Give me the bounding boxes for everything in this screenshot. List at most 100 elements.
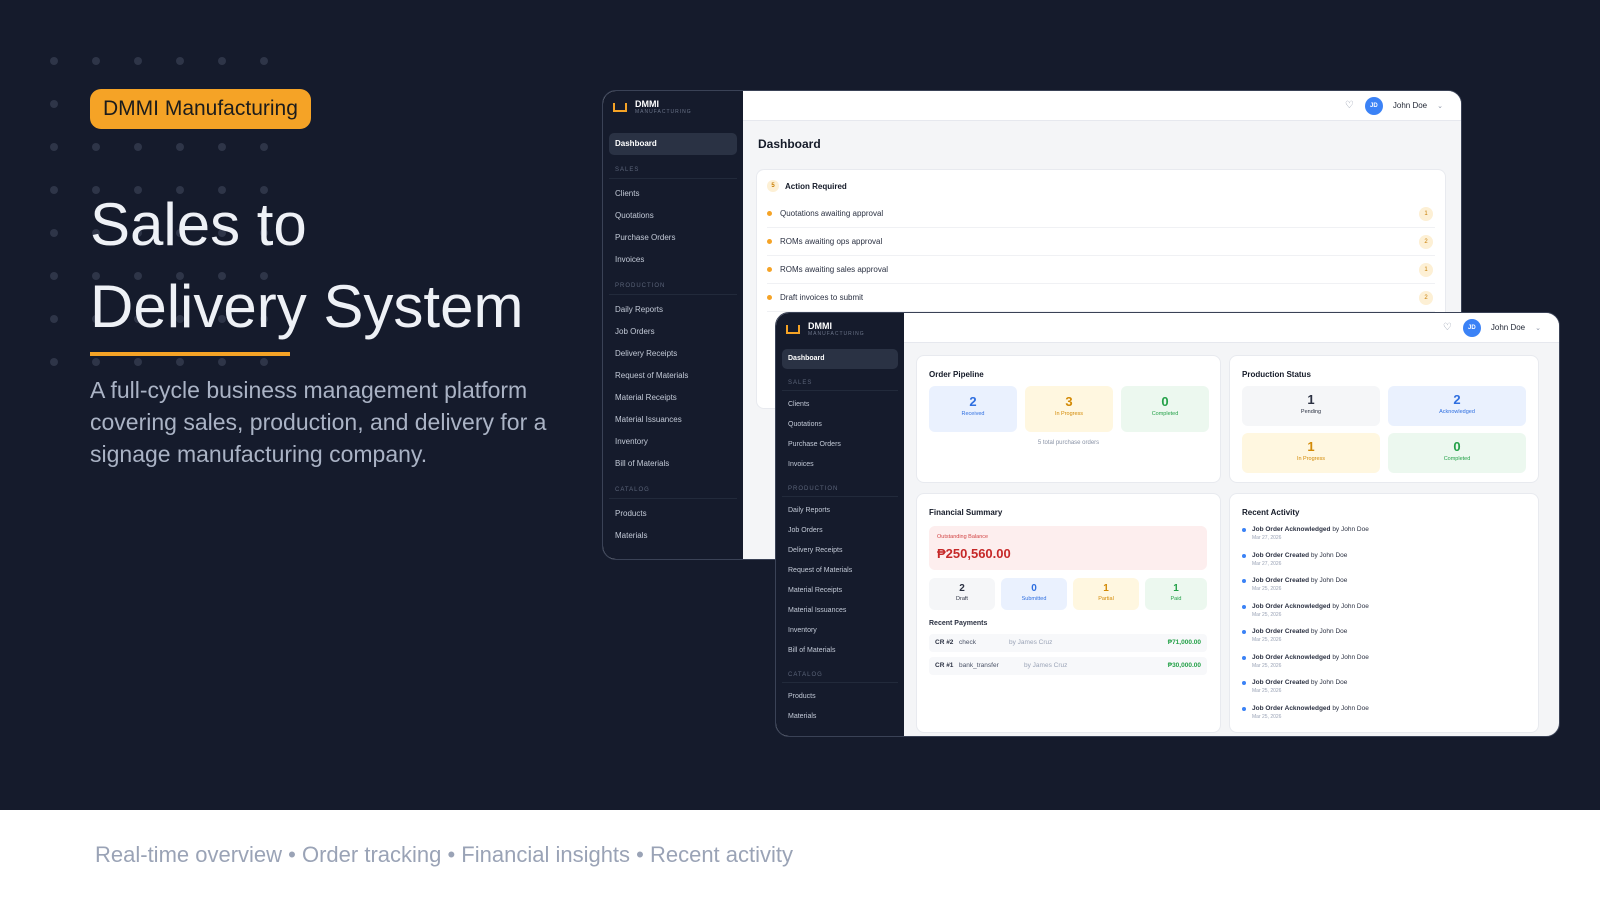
sidebar-item-material-receipts[interactable]: Material Receipts	[782, 581, 898, 601]
activity-dot	[1242, 706, 1246, 711]
dashboard-window-front: DMMI MANUFACTURING Dashboard SALES Clien…	[775, 312, 1560, 737]
sidebar-item-bill-of-materials[interactable]: Bill of Materials	[609, 453, 737, 475]
topbar: ♡ JD John Doe ⌄	[743, 91, 1461, 121]
sidebar-item-request-of-materials[interactable]: Request of Materials	[609, 365, 737, 387]
financial-summary-card: Financial Summary Outstanding Balance ₱2…	[916, 493, 1221, 733]
financial-summary-title: Financial Summary	[929, 508, 1003, 517]
sidebar-item-material-issuances[interactable]: Material Issuances	[609, 409, 737, 431]
sidebar-item-job-orders[interactable]: Job Orders	[609, 321, 737, 343]
avatar[interactable]: JD	[1364, 96, 1383, 115]
production-completed-tile[interactable]: 0 Completed	[1388, 433, 1526, 473]
activity-by: by John Doe	[1332, 704, 1369, 712]
sidebar-item-bill-of-materials[interactable]: Bill of Materials	[782, 641, 898, 661]
headline-line-1: Sales to	[90, 191, 307, 258]
activity-by: by John Doe	[1310, 551, 1348, 559]
activity-text: Job Order Acknowledged by John Doe	[1252, 654, 1369, 661]
decorative-dot	[218, 57, 226, 65]
production-in-progress-value: 1	[1307, 439, 1315, 454]
sidebar-item-clients[interactable]: Clients	[609, 183, 737, 205]
user-name[interactable]: John Doe	[1393, 101, 1427, 110]
bell-icon[interactable]: ♡	[1345, 100, 1355, 111]
decorative-dot	[50, 143, 58, 151]
production-in-progress-tile[interactable]: 1 In Progress	[1242, 433, 1380, 473]
activity-by: by John Doe	[1310, 679, 1348, 686]
decorative-dot	[50, 57, 58, 65]
sidebar-item-materials[interactable]: Materials	[609, 525, 737, 547]
production-completed-value: 0	[1453, 439, 1461, 454]
sidebar-item-inventory[interactable]: Inventory	[609, 431, 737, 453]
sidebar-item-materials[interactable]: Materials	[782, 707, 898, 727]
sidebar-item-invoices[interactable]: Invoices	[782, 455, 898, 475]
action-count-badge: 5	[767, 180, 779, 192]
activity-text: Job Order Acknowledged by John Doe	[1252, 603, 1369, 610]
decorative-dot	[218, 143, 226, 151]
decorative-dot	[176, 143, 184, 151]
invoice-partial-tile[interactable]: 1 Partial	[1073, 578, 1139, 610]
sidebar-item-material-receipts[interactable]: Material Receipts	[609, 387, 737, 409]
bullet-dot	[767, 267, 772, 272]
sidebar-item-products[interactable]: Products	[782, 687, 898, 707]
sidebar-item-quotations[interactable]: Quotations	[782, 415, 898, 435]
production-pending-tile[interactable]: 1 Pending	[1242, 386, 1380, 426]
sidebar-item-daily-reports[interactable]: Daily Reports	[609, 299, 737, 321]
sidebar: DMMI MANUFACTURING Dashboard SALES Clien…	[603, 91, 743, 559]
decorative-dot	[50, 100, 58, 108]
factory-logo-icon	[786, 324, 800, 334]
production-status-card: Production Status 1 Pending 2 Acknowledg…	[1229, 355, 1539, 483]
sidebar-item-delivery-receipts[interactable]: Delivery Receipts	[609, 343, 737, 365]
sidebar-section-sales: SALES	[782, 369, 898, 391]
pipeline-received-tile[interactable]: 2 Received	[929, 386, 1017, 432]
pipeline-in-progress-value: 3	[1065, 394, 1073, 409]
payment-method: bank_transfer	[959, 662, 999, 669]
activity-action: Job Order Acknowledged	[1252, 704, 1331, 712]
invoice-draft-tile[interactable]: 2 Draft	[929, 578, 995, 610]
brand: DMMI MANUFACTURING	[786, 321, 865, 337]
action-row[interactable]: Draft invoices to submit 2	[767, 284, 1435, 312]
sidebar-item-products[interactable]: Products	[609, 503, 737, 525]
payment-method: check	[959, 639, 976, 646]
subtitle: A full-cycle business management platfor…	[90, 377, 547, 467]
company-badge: DMMI Manufacturing	[90, 89, 311, 129]
action-label: ROMs awaiting sales approval	[780, 265, 889, 274]
action-row[interactable]: ROMs awaiting ops approval 2	[767, 228, 1435, 256]
payment-row[interactable]: CR #1 bank_transfer by James Cruz ₱30,00…	[929, 657, 1207, 675]
activity-text: Job Order Created by John Doe	[1252, 577, 1347, 584]
decorative-dot	[134, 358, 142, 366]
sidebar-item-request-of-materials[interactable]: Request of Materials	[782, 561, 898, 581]
sidebar-item-dashboard[interactable]: Dashboard	[782, 349, 898, 369]
sidebar-item-daily-reports[interactable]: Daily Reports	[782, 501, 898, 521]
chevron-down-icon[interactable]: ⌄	[1437, 102, 1443, 110]
payment-row[interactable]: CR #2 check by James Cruz ₱71,000.00	[929, 634, 1207, 652]
action-row[interactable]: Quotations awaiting approval 1	[767, 200, 1435, 228]
production-acknowledged-tile[interactable]: 2 Acknowledged	[1388, 386, 1526, 426]
invoice-submitted-tile[interactable]: 0 Submitted	[1001, 578, 1067, 610]
sidebar-item-dashboard[interactable]: Dashboard	[609, 133, 737, 155]
invoice-paid-tile[interactable]: 1 Paid	[1145, 578, 1207, 610]
activity-action: Job Order Created	[1252, 551, 1310, 559]
brand-sub: MANUFACTURING	[808, 331, 865, 337]
activity-text: Job Order Created by John Doe	[1252, 552, 1347, 559]
sidebar-item-job-orders[interactable]: Job Orders	[782, 521, 898, 541]
sidebar-item-quotations[interactable]: Quotations	[609, 205, 737, 227]
avatar[interactable]: JD	[1462, 318, 1481, 337]
sidebar-item-inventory[interactable]: Inventory	[782, 621, 898, 641]
action-count: 2	[1419, 290, 1433, 305]
pipeline-in-progress-tile[interactable]: 3 In Progress	[1025, 386, 1113, 432]
recent-activity-card: Recent Activity Job Order Acknowledged b…	[1229, 493, 1539, 733]
action-row[interactable]: ROMs awaiting sales approval 1	[767, 256, 1435, 284]
sidebar-item-invoices[interactable]: Invoices	[609, 249, 737, 271]
chevron-down-icon[interactable]: ⌄	[1535, 324, 1541, 332]
decorative-dot	[92, 143, 100, 151]
sidebar-item-purchase-orders[interactable]: Purchase Orders	[782, 435, 898, 455]
user-name[interactable]: John Doe	[1491, 323, 1525, 332]
pipeline-received-label: Received	[961, 411, 985, 417]
payment-ref: CR #2	[935, 639, 954, 646]
sidebar-item-material-issuances[interactable]: Material Issuances	[782, 601, 898, 621]
pipeline-completed-tile[interactable]: 0 Completed	[1121, 386, 1209, 432]
sidebar-item-clients[interactable]: Clients	[782, 395, 898, 415]
bell-icon[interactable]: ♡	[1443, 322, 1453, 333]
sidebar-item-purchase-orders[interactable]: Purchase Orders	[609, 227, 737, 249]
invoice-partial-value: 1	[1103, 583, 1109, 594]
sidebar-item-delivery-receipts[interactable]: Delivery Receipts	[782, 541, 898, 561]
decorative-dot	[176, 57, 184, 65]
